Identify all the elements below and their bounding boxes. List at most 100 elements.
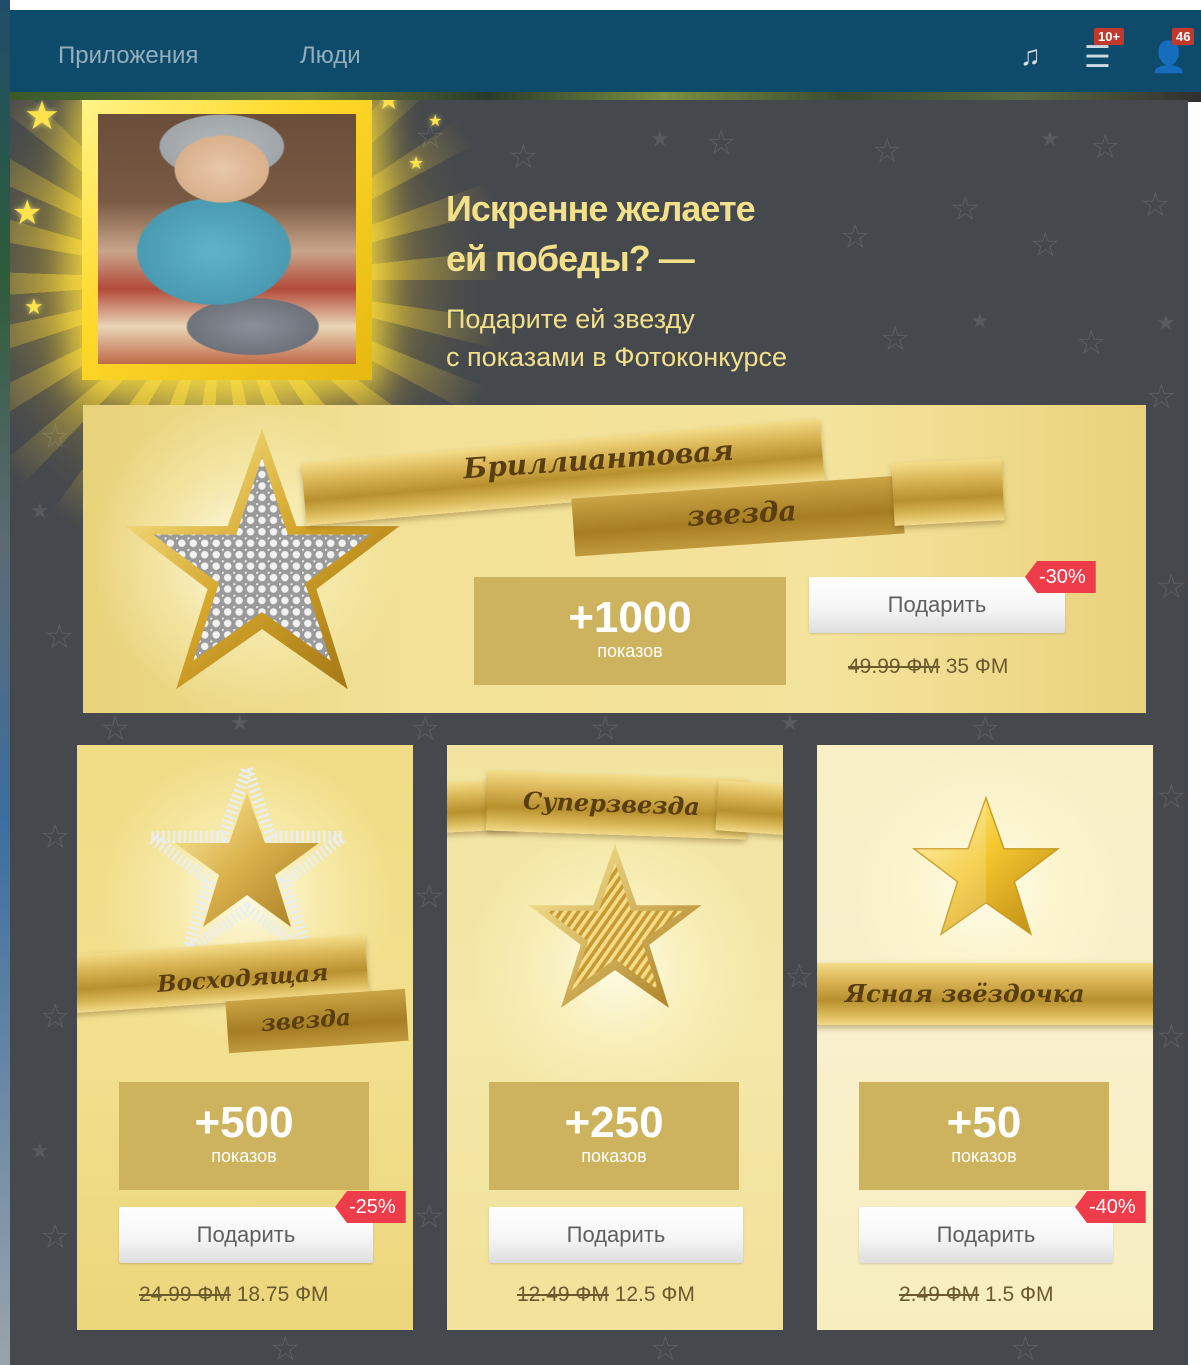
offer-card-super: Суперзвезда +250 показов Подарить 12.49 …: [447, 745, 783, 1330]
bg-star-icon: ☆: [872, 132, 903, 170]
bg-star-icon: ☆: [840, 218, 871, 256]
music-note-icon[interactable]: ♫: [1020, 40, 1041, 72]
nav-people-link[interactable]: Люди: [300, 42, 361, 70]
sparkle-star-icon: ★: [12, 194, 43, 232]
subline-line: Подарите ей звезду: [446, 304, 695, 334]
impressions-label: показов: [597, 641, 663, 661]
price-line: 49.99 ФМ 35 ФМ: [848, 655, 1008, 679]
star-gift-modal: ☆ ☆ ★ ☆ ☆ ★ ☆ ☆ ☆ ☆ ☆ ☆ ★ ☆ ★ ☆ ☆ ★ ☆ ☆ …: [10, 100, 1188, 1365]
bg-star-icon: ★: [30, 1138, 50, 1163]
old-price: 49.99 ФМ: [848, 655, 940, 678]
new-price: 18.75 ФМ: [236, 1283, 329, 1306]
friends-badge: 46: [1172, 28, 1195, 45]
bg-star-icon: ☆: [270, 1330, 301, 1365]
clear-star-icon: [912, 795, 1060, 936]
price-line: 24.99 ФМ 18.75 ФМ: [139, 1283, 329, 1307]
offer-card-clear: Ясная звёздочка +50 показов Подарить -40…: [817, 745, 1153, 1330]
bg-star-icon: ☆: [1140, 186, 1171, 224]
bg-star-icon: ☆: [1156, 778, 1187, 816]
new-price: 35 ФМ: [945, 655, 1009, 678]
offer-title: звезда: [686, 494, 798, 533]
discount-badge: -25%: [335, 1191, 406, 1223]
bg-star-icon: ★: [1040, 126, 1060, 151]
impressions-label: показов: [581, 1146, 647, 1166]
bg-star-icon: ☆: [784, 958, 815, 996]
impressions-count: +250 показов: [489, 1082, 739, 1190]
sparkle-star-icon: ★: [428, 113, 443, 130]
bg-star-icon: ☆: [950, 190, 981, 228]
price-line: 12.49 ФМ 12.5 ФМ: [517, 1283, 695, 1307]
headline-line: Искренне желаете: [446, 188, 756, 229]
sparkle-star-icon: ★: [408, 153, 425, 173]
bg-star-icon: ☆: [970, 710, 1001, 748]
headline-line: ей победы? —: [446, 238, 695, 279]
bg-star-icon: ☆: [1076, 324, 1107, 362]
impressions-number: +250: [564, 1098, 664, 1147]
bg-star-icon: ★: [970, 308, 990, 333]
super-star-icon: [528, 844, 702, 1008]
offer-title: Ясная звёздочка: [845, 979, 1085, 1008]
gift-button-diamond[interactable]: Подарить: [809, 577, 1065, 633]
background-page-strip: [0, 0, 10, 1365]
bg-star-icon: ☆: [414, 878, 445, 916]
friends-icon[interactable]: 👤: [1150, 40, 1187, 75]
gift-button-super[interactable]: Подарить: [489, 1207, 743, 1263]
old-price: 24.99 ФМ: [139, 1283, 231, 1306]
bg-star-icon: ★: [650, 126, 670, 151]
promo-headline: Искренне желаете ей победы? —: [446, 184, 756, 284]
old-price: 12.49 ФМ: [517, 1283, 609, 1306]
notifications-list-icon[interactable]: ☰: [1084, 40, 1111, 75]
bg-star-icon: ★: [780, 710, 800, 735]
bg-star-icon: ☆: [880, 320, 911, 358]
ribbon-banner: [891, 458, 1005, 526]
impressions-count: +50 показов: [859, 1082, 1109, 1190]
ribbon-banner: [715, 780, 783, 836]
subline-line: с показами в Фотоконкурсе: [446, 342, 788, 372]
bg-star-icon: ☆: [1156, 1018, 1187, 1056]
impressions-number: +50: [946, 1098, 1022, 1147]
bg-star-icon: ★: [230, 710, 250, 735]
impressions-count: +1000 показов: [474, 577, 786, 685]
sparkle-star-icon: ★: [376, 100, 401, 114]
bg-star-icon: ☆: [706, 124, 737, 162]
bg-star-icon: ☆: [590, 710, 621, 748]
sparkle-star-icon: ★: [24, 294, 44, 319]
new-price: 12.5 ФМ: [614, 1283, 695, 1306]
bg-star-icon: ☆: [40, 818, 71, 856]
impressions-number: +500: [194, 1098, 294, 1147]
offer-card-rising: Восходящая звезда +500 показов Подарить …: [77, 745, 413, 1330]
bg-star-icon: ☆: [40, 998, 71, 1036]
rising-star-icon: [147, 765, 347, 955]
bg-star-icon: ☆: [650, 1330, 681, 1365]
new-price: 1.5 ФМ: [985, 1283, 1054, 1306]
gift-button-clear[interactable]: Подарить: [859, 1207, 1113, 1263]
discount-badge: -30%: [1025, 561, 1096, 593]
promo-subline: Подарите ей звезду с показами в Фотоконк…: [446, 300, 787, 376]
bg-star-icon: ☆: [100, 710, 131, 748]
old-price: 2.49 ФМ: [899, 1283, 980, 1306]
bg-star-icon: ☆: [1146, 378, 1177, 416]
contestant-photo[interactable]: [98, 114, 356, 364]
offer-card-diamond: Бриллиантовая звезда +1000 показов Подар…: [83, 405, 1146, 713]
impressions-label: показов: [951, 1146, 1017, 1166]
impressions-number: +1000: [568, 593, 692, 642]
bg-star-icon: ☆: [40, 1218, 71, 1256]
bg-star-icon: ★: [1156, 310, 1176, 335]
bg-star-icon: ☆: [1010, 1330, 1041, 1365]
bg-star-icon: ☆: [1030, 226, 1061, 264]
gift-button-rising[interactable]: Подарить: [119, 1207, 373, 1263]
price-line: 2.49 ФМ 1.5 ФМ: [899, 1283, 1054, 1307]
impressions-count: +500 показов: [119, 1082, 369, 1190]
discount-badge: -40%: [1075, 1191, 1146, 1223]
notifications-badge: 10+: [1094, 28, 1125, 45]
nav-apps-link[interactable]: Приложения: [58, 42, 198, 70]
bg-star-icon: ☆: [1156, 568, 1187, 606]
bg-star-icon: ☆: [414, 1198, 445, 1236]
bg-star-icon: ☆: [1090, 128, 1121, 166]
offer-title: Суперзвезда: [522, 785, 701, 822]
avatar-frame: [82, 100, 372, 380]
sparkle-star-icon: ★: [24, 100, 60, 138]
impressions-label: показов: [211, 1146, 277, 1166]
bg-star-icon: ☆: [410, 710, 441, 748]
top-navigation-bar: Приложения Люди ♫ ☰ 10+ 👤 46: [10, 10, 1201, 92]
